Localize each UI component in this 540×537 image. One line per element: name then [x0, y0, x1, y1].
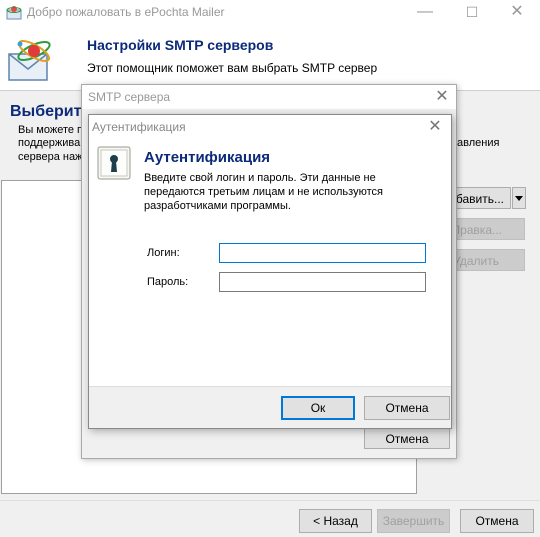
auth-description-line: Введите свой логин и пароль. Эти данные … — [144, 172, 376, 184]
delete-server-button[interactable]: Удалить — [447, 249, 525, 271]
main-cancel-button[interactable]: Отмена — [460, 509, 534, 533]
login-input[interactable] — [219, 243, 426, 263]
smtp-dialog-close-icon[interactable]: ✕ — [433, 86, 451, 106]
step-heading: Выберите — [10, 103, 91, 120]
auth-cancel-button[interactable]: Отмена — [364, 396, 450, 420]
step-description-line: поддержива — [18, 137, 81, 149]
auth-dialog-title: Аутентификация — [92, 120, 186, 134]
back-button[interactable]: < Назад — [299, 509, 372, 533]
password-label: Пароль: — [147, 276, 189, 288]
footer-divider — [0, 500, 540, 501]
wizard-title: Настройки SMTP серверов — [87, 37, 274, 53]
app-icon — [6, 6, 22, 20]
password-input[interactable] — [219, 272, 426, 292]
keyhole-icon — [97, 146, 131, 180]
edit-server-button[interactable]: Правка... — [447, 218, 525, 240]
epochta-logo-icon — [8, 40, 51, 81]
step-description-line: Вы можете п — [18, 124, 84, 136]
auth-heading: Аутентификация — [144, 149, 271, 166]
add-dropdown-button[interactable] — [512, 187, 526, 209]
wizard-header — [0, 26, 540, 90]
chevron-down-icon — [515, 196, 523, 201]
auth-footer-divider — [89, 386, 451, 387]
step-description-line: сервера наж — [18, 151, 83, 163]
auth-description-line: разработчиками программы. — [144, 200, 291, 212]
auth-dialog-close-icon[interactable]: ✕ — [426, 116, 444, 136]
login-label: Логин: — [147, 247, 180, 259]
close-button[interactable]: ✕ — [494, 0, 540, 26]
wizard-subtitle: Этот помощник поможет вам выбрать SMTP с… — [87, 61, 378, 75]
maximize-button[interactable]: ☐ — [449, 0, 495, 26]
finish-button[interactable]: Завершить — [377, 509, 450, 533]
auth-description-line: передаются третьим лицам и не используют… — [144, 186, 383, 198]
smtp-cancel-button[interactable]: Отмена — [364, 427, 450, 449]
step-description-tail: авления — [457, 137, 500, 149]
window-title: Добро пожаловать в ePochta Mailer — [27, 5, 225, 19]
ok-button[interactable]: Ок — [281, 396, 355, 420]
minimize-button[interactable]: — — [402, 0, 448, 26]
smtp-dialog-title: SMTP сервера — [88, 90, 171, 104]
